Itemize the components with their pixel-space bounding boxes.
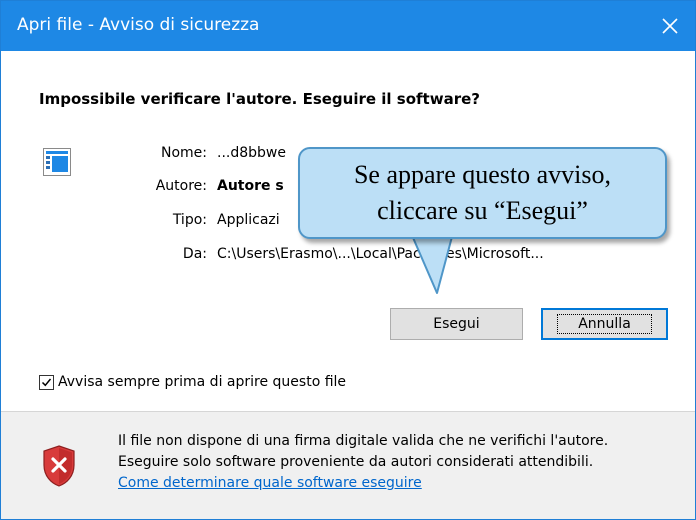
callout-line2: cliccare su “Esegui” bbox=[377, 196, 588, 225]
callout-tail bbox=[410, 232, 454, 294]
instruction-callout: Se appare questo avviso, cliccare su “Es… bbox=[298, 147, 667, 239]
security-warning-dialog: Apri file - Avviso di sicurezza Impossib… bbox=[0, 0, 696, 520]
callout-line1: Se appare questo avviso, bbox=[353, 160, 612, 189]
callout-text: Se appare questo avviso, cliccare su “Es… bbox=[300, 157, 665, 229]
